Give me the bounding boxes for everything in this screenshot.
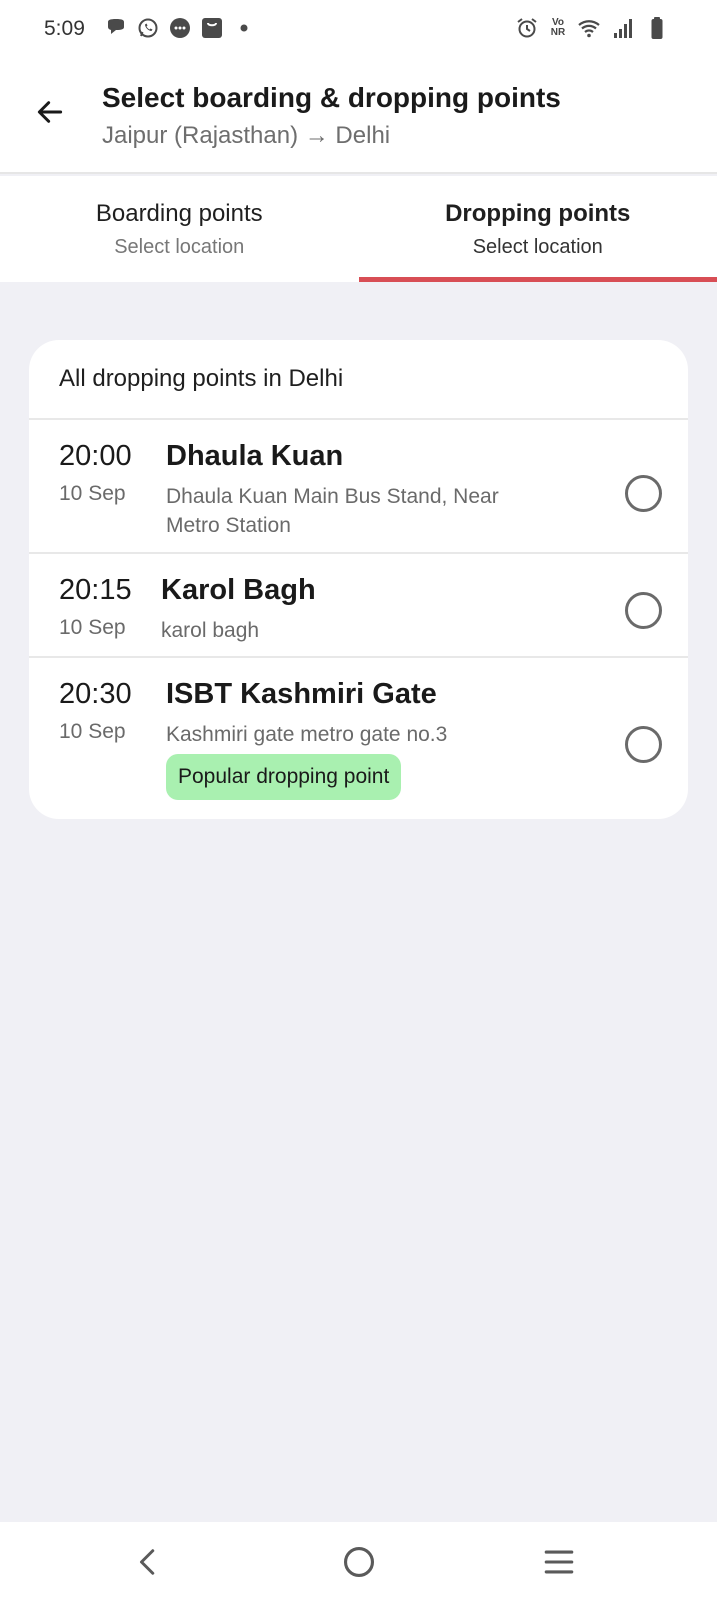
point-date: 10 Sep: [59, 482, 126, 505]
volte-icon: Vo NR: [549, 18, 567, 38]
point-time: 20:15: [59, 574, 132, 606]
point-name: Karol Bagh: [161, 574, 316, 606]
point-name: ISBT Kashmiri Gate: [166, 678, 437, 710]
system-icons: Vo NR: [515, 16, 669, 40]
popular-point-badge: Popular dropping point: [166, 754, 402, 800]
dot-icon: [240, 24, 248, 32]
point-radio-button[interactable]: [625, 592, 662, 629]
nav-back-button[interactable]: [127, 1540, 171, 1584]
point-tabs: Boarding points Select location Dropping…: [0, 176, 717, 282]
nav-home-button[interactable]: [337, 1540, 381, 1584]
tab-dropping-points[interactable]: Dropping points Select location: [358, 176, 717, 282]
nav-recents-button[interactable]: [537, 1540, 581, 1584]
tab-boarding-points[interactable]: Boarding points Select location: [0, 176, 359, 282]
shopping-bag-icon: [202, 18, 222, 38]
tab-title: Dropping points: [445, 200, 631, 227]
point-time: 20:00: [59, 440, 132, 472]
tab-subtitle: Select location: [472, 236, 603, 258]
volte-bottom-label: NR: [550, 27, 566, 38]
dropping-points-card: All dropping points in Delhi 20:00 10 Se…: [29, 340, 688, 819]
point-radio-button[interactable]: [625, 475, 662, 512]
tab-subtitle: Select location: [114, 236, 245, 258]
dropping-point-row[interactable]: 20:30 10 Sep ISBT Kashmiri Gate Kashmiri…: [29, 658, 688, 817]
point-radio-button[interactable]: [625, 726, 662, 763]
home-icon: [343, 1546, 375, 1578]
point-time: 20:30: [59, 678, 132, 710]
arrow-left-icon: [37, 101, 63, 123]
point-address: karol bagh: [161, 619, 260, 642]
point-address: Dhaula Kuan Main Bus Stand, Near Metro S…: [166, 485, 499, 537]
status-bar: 5:09 Vo NR: [0, 0, 717, 60]
point-name: Dhaula Kuan: [166, 440, 344, 472]
point-date: 10 Sep: [59, 616, 126, 639]
status-time: 5:09: [44, 17, 85, 40]
back-button[interactable]: [30, 92, 70, 132]
signal-icon: [614, 19, 632, 38]
notification-icons: [104, 16, 256, 40]
tab-title: Boarding points: [95, 200, 263, 227]
page-title: Select boarding & dropping points: [102, 82, 561, 113]
wifi-icon: [578, 20, 600, 38]
system-nav-bar: [0, 1522, 717, 1600]
battery-icon: [651, 17, 663, 39]
dropping-point-row[interactable]: 20:00 10 Sep Dhaula Kuan Dhaula Kuan Mai…: [29, 420, 688, 554]
alarm-icon: [517, 18, 537, 38]
back-icon: [140, 1549, 155, 1575]
message-icon: [170, 18, 190, 38]
recents-icon: [544, 1550, 574, 1574]
app-header: Select boarding & dropping points Jaipur…: [0, 60, 717, 174]
route-subtitle: Jaipur (Rajasthan) → Delhi: [102, 122, 391, 149]
active-tab-indicator: [358, 277, 717, 282]
point-address: Kashmiri gate metro gate no.3: [166, 723, 448, 746]
chat-bubble-icon: [108, 19, 124, 34]
dropping-point-row[interactable]: 20:15 10 Sep Karol Bagh karol bagh: [29, 554, 688, 658]
point-date: 10 Sep: [59, 720, 126, 743]
card-heading: All dropping points in Delhi: [29, 340, 688, 420]
whatsapp-icon: [138, 18, 158, 38]
